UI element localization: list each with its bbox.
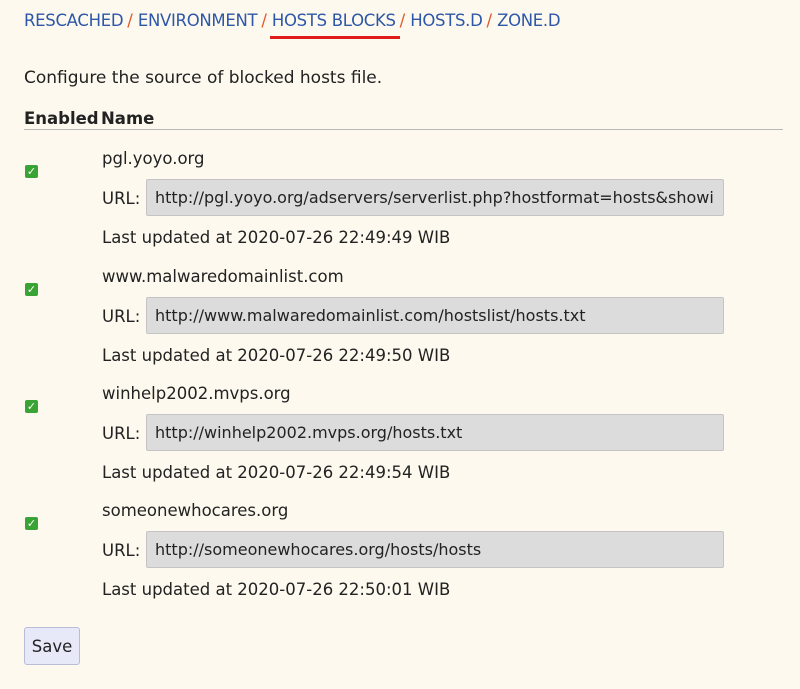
check-mark-icon[interactable]: ✓ [25, 400, 38, 413]
column-header-name: Name [101, 109, 155, 128]
nav-link-zone-d[interactable]: ZONE.D [497, 11, 561, 30]
breadcrumb-separator: / [486, 11, 493, 30]
breadcrumb: RESCACHED / ENVIRONMENT / HOSTS BLOCKS / HOSTS… [24, 11, 561, 39]
nav-link-hosts-d[interactable]: HOSTS.D [410, 11, 483, 30]
hosts-block-name: www.malwaredomainlist.com [102, 267, 344, 286]
hosts-block-name: pgl.yoyo.org [102, 149, 205, 168]
save-button[interactable]: Save [24, 627, 80, 665]
breadcrumb-separator: / [127, 11, 133, 30]
hosts-block-entry: ✓ www.malwaredomainlist.com URL: Last up… [0, 267, 800, 394]
table-header: Enabled Name [24, 109, 783, 130]
breadcrumb-separator: / [399, 11, 406, 30]
nav-link-environment[interactable]: ENVIRONMENT [138, 11, 258, 30]
last-updated-text: Last updated at 2020-07-26 22:50:01 WIB [102, 580, 451, 599]
url-input[interactable] [146, 531, 724, 568]
check-mark-icon[interactable]: ✓ [25, 165, 38, 178]
page-description: Configure the source of blocked hosts fi… [24, 68, 383, 88]
url-label: URL: [102, 189, 141, 208]
check-mark-icon[interactable]: ✓ [25, 283, 38, 296]
last-updated-text: Last updated at 2020-07-26 22:49:50 WIB [102, 346, 451, 365]
nav-link-hosts-blocks[interactable]: HOSTS BLOCKS [269, 11, 400, 39]
url-input[interactable] [146, 179, 724, 216]
url-input[interactable] [146, 297, 724, 334]
hosts-block-name: someonewhocares.org [102, 501, 289, 520]
url-input[interactable] [146, 414, 724, 451]
breadcrumb-separator: / [261, 11, 267, 30]
column-header-enabled: Enabled [24, 109, 99, 128]
nav-link-rescached[interactable]: RESCACHED [24, 11, 124, 30]
hosts-block-name: winhelp2002.mvps.org [102, 384, 291, 403]
url-label: URL: [102, 307, 141, 326]
hosts-block-entry: ✓ pgl.yoyo.org URL: Last updated at 2020… [0, 149, 800, 276]
last-updated-text: Last updated at 2020-07-26 22:49:49 WIB [102, 228, 451, 247]
hosts-block-entry: ✓ winhelp2002.mvps.org URL: Last updated… [0, 384, 800, 511]
url-label: URL: [102, 541, 141, 560]
last-updated-text: Last updated at 2020-07-26 22:49:54 WIB [102, 463, 451, 482]
hosts-block-entry: ✓ someonewhocares.org URL: Last updated … [0, 501, 800, 628]
url-label: URL: [102, 424, 141, 443]
check-mark-icon[interactable]: ✓ [25, 517, 38, 530]
